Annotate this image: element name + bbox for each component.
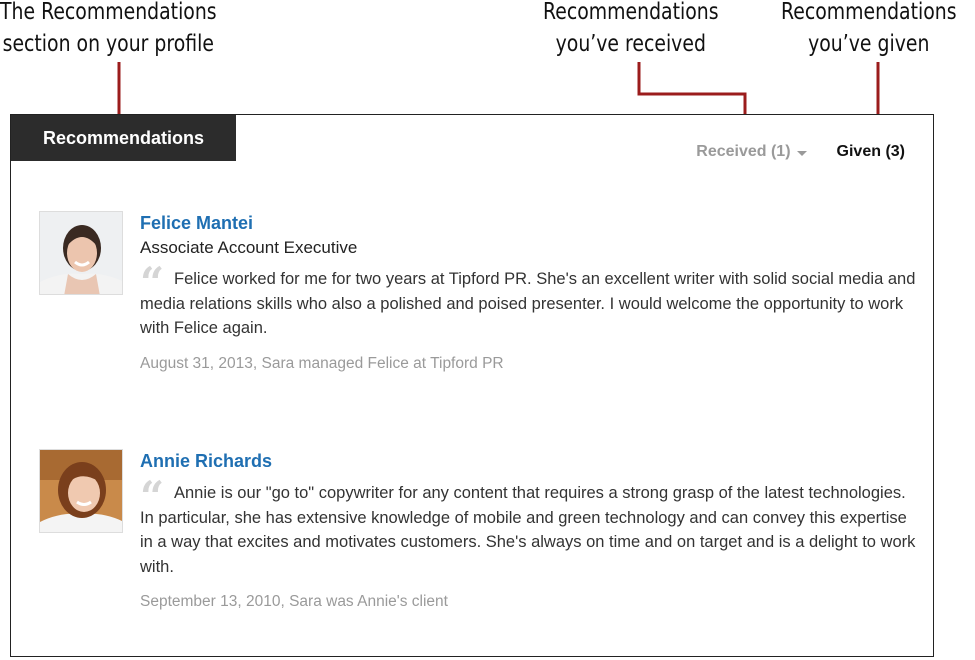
recommendation-tabs: Received (1) Given (3) (696, 143, 905, 161)
callout-profile-line2: section on your profile (2, 31, 215, 57)
tab-given[interactable]: Given (3) (837, 143, 905, 161)
callout-given-line1: Recommendations (781, 0, 957, 25)
avatar-portrait-icon (40, 212, 122, 294)
callout-received-line2: you’ve received (555, 31, 706, 57)
recommender-name[interactable]: Annie Richards (140, 449, 272, 473)
callout-given-line2: you’ve given (808, 31, 930, 57)
recommendation-body: Annie Richards “ Annie is our "go to" co… (140, 449, 920, 613)
callout-received: Recommendations you’ve received (543, 0, 719, 60)
recommendation-date: August 31, 2013, Sara managed Felice at … (140, 354, 504, 372)
recommendation-text: Annie is our "go to" copywriter for any … (140, 484, 916, 576)
recommendation-text-block: “ Felice worked for me for two years at … (140, 262, 920, 341)
avatar-portrait-icon (40, 450, 122, 532)
recommender-name[interactable]: Felice Mantei (140, 211, 253, 235)
tab-received[interactable]: Received (1) (696, 143, 807, 161)
callout-profile-section: The Recommendations section on your prof… (0, 0, 217, 60)
avatar-felice[interactable] (39, 211, 123, 295)
section-title-tab: Recommendations (11, 115, 236, 161)
quote-icon: “ (140, 472, 165, 521)
avatar-annie[interactable] (39, 449, 123, 533)
tab-received-label: Received (1) (696, 143, 791, 160)
callout-profile-line1: The Recommendations (0, 0, 217, 25)
quote-icon: “ (140, 258, 165, 307)
section-title: Recommendations (42, 127, 205, 148)
recommendation-body: Felice Mantei Associate Account Executiv… (140, 211, 920, 375)
recommendation-text-block: “ Annie is our "go to" copywriter for an… (140, 476, 920, 579)
recommendation-text: Felice worked for me for two years at Ti… (140, 270, 916, 337)
callout-given: Recommendations you’ve given (781, 0, 957, 60)
callout-received-line1: Recommendations (543, 0, 719, 25)
recommendation-date: September 13, 2010, Sara was Annie's cli… (140, 593, 448, 610)
recommender-title: Associate Account Executive (140, 238, 358, 257)
recommendations-panel: Recommendations Received (1) Given (3) F… (10, 114, 934, 657)
tab-given-label: Given (3) (836, 143, 905, 160)
caret-down-icon (796, 150, 807, 156)
